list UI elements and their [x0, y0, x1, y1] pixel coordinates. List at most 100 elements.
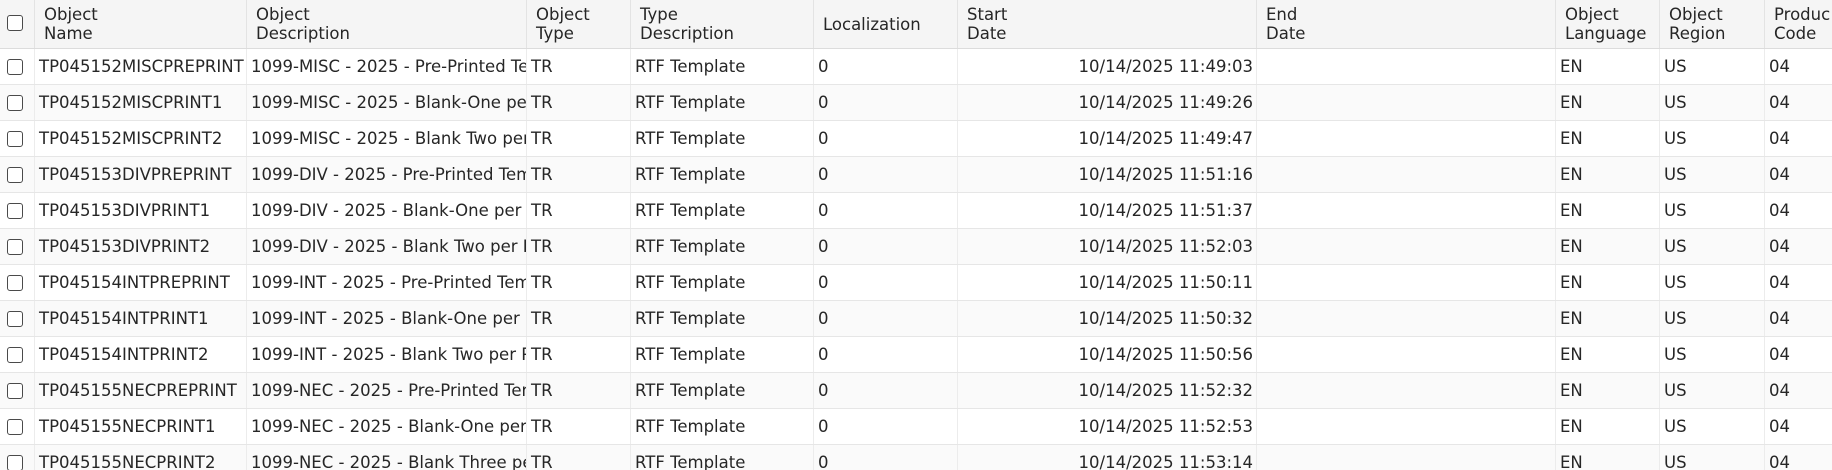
cell-object-region: US [1660, 157, 1765, 192]
cell-start-date: 10/14/2025 11:49:47 [958, 121, 1257, 156]
row-checkbox[interactable] [7, 383, 23, 399]
cell-type-description: RTF Template [631, 193, 814, 228]
column-header-object-name[interactable]: Object Name [35, 0, 247, 48]
row-checkbox[interactable] [7, 275, 23, 291]
row-checkbox[interactable] [7, 59, 23, 75]
row-select-cell [0, 121, 35, 156]
row-select-cell [0, 229, 35, 264]
column-header-localization[interactable]: Localization [814, 0, 958, 48]
cell-start-date: 10/14/2025 11:53:14 [958, 445, 1257, 470]
row-checkbox[interactable] [7, 131, 23, 147]
table-row[interactable]: TP045154INTPRINT1 1099-INT - 2025 - Blank… [0, 301, 1832, 337]
cell-localization: 0 [814, 265, 958, 300]
column-header-label: Object Name [44, 5, 98, 43]
cell-object-language: EN [1556, 49, 1660, 84]
cell-object-type: TR [527, 373, 631, 408]
row-checkbox[interactable] [7, 419, 23, 435]
row-checkbox[interactable] [7, 203, 23, 219]
cell-object-language: EN [1556, 121, 1660, 156]
cell-start-date: 10/14/2025 11:50:56 [958, 337, 1257, 372]
cell-object-region: US [1660, 49, 1765, 84]
cell-localization: 0 [814, 121, 958, 156]
cell-object-name: TP045155NECPRINT2 [35, 445, 247, 470]
row-select-cell [0, 85, 35, 120]
cell-start-date: 10/14/2025 11:51:16 [958, 157, 1257, 192]
column-header-label: Object Type [536, 5, 590, 43]
cell-object-description: 1099-INT - 2025 - Pre-Printed Tem... [247, 265, 527, 300]
cell-object-type: TR [527, 193, 631, 228]
row-select-cell [0, 49, 35, 84]
cell-product-code: 04 [1769, 417, 1790, 436]
table-row[interactable]: TP045152MISCPREPRINT 1099-MISC - 2025 - P… [0, 49, 1832, 85]
column-header-object-region[interactable]: Object Region [1660, 0, 1765, 48]
cell-object-region: US [1660, 265, 1765, 300]
cell-product-code: 04 [1769, 129, 1790, 148]
cell-start-date: 10/14/2025 11:51:37 [958, 193, 1257, 228]
cell-end-date [1257, 337, 1556, 372]
cell-localization: 0 [814, 49, 958, 84]
cell-type-description: RTF Template [631, 445, 814, 470]
cell-object-language: EN [1556, 157, 1660, 192]
row-checkbox[interactable] [7, 311, 23, 327]
cell-product-code: 04 [1769, 57, 1790, 76]
row-checkbox[interactable] [7, 239, 23, 255]
cell-object-type: TR [527, 49, 631, 84]
column-header-type-description[interactable]: Type Description [631, 0, 814, 48]
row-select-cell [0, 265, 35, 300]
cell-object-description: 1099-NEC - 2025 - Pre-Printed Tem... [247, 373, 527, 408]
column-header-object-type[interactable]: Object Type [527, 0, 631, 48]
cell-object-type: TR [527, 337, 631, 372]
row-select-cell [0, 157, 35, 192]
cell-object-description: 1099-DIV - 2025 - Blank-One per P... [247, 193, 527, 228]
cell-object-name: TP045154INTPRINT1 [35, 301, 247, 336]
column-header-object-description[interactable]: Object Description [247, 0, 527, 48]
column-header-start-date[interactable]: Start Date [958, 0, 1257, 48]
cell-end-date [1257, 445, 1556, 470]
table-row[interactable]: TP045155NECPRINT1 1099-NEC - 2025 - Blank… [0, 409, 1832, 445]
table-row[interactable]: TP045152MISCPRINT1 1099-MISC - 2025 - Bla… [0, 85, 1832, 121]
cell-localization: 0 [814, 445, 958, 470]
table-row[interactable]: TP045154INTPRINT2 1099-INT - 2025 - Blank… [0, 337, 1832, 373]
cell-start-date: 10/14/2025 11:50:32 [958, 301, 1257, 336]
cell-object-language: EN [1556, 409, 1660, 444]
cell-object-language: EN [1556, 337, 1660, 372]
column-header-label: Localization [823, 14, 921, 34]
cell-type-description: RTF Template [631, 157, 814, 192]
cell-object-description: 1099-NEC - 2025 - Blank Three per... [247, 445, 527, 470]
cell-localization: 0 [814, 193, 958, 228]
cell-product-code: 04 [1769, 273, 1790, 292]
column-header-product-code[interactable]: Produc Code [1765, 0, 1832, 48]
table-row[interactable]: TP045152MISCPRINT2 1099-MISC - 2025 - Bla… [0, 121, 1832, 157]
table-row[interactable]: TP045155NECPREPRINT 1099-NEC - 2025 - Pre… [0, 373, 1832, 409]
cell-object-region: US [1660, 409, 1765, 444]
column-header-end-date[interactable]: End Date [1257, 0, 1556, 48]
cell-object-name: TP045154INTPREPRINT [35, 265, 247, 300]
row-select-cell [0, 193, 35, 228]
row-select-cell [0, 409, 35, 444]
table-row[interactable]: TP045153DIVPRINT2 1099-DIV - 2025 - Blank… [0, 229, 1832, 265]
row-select-cell [0, 373, 35, 408]
select-all-checkbox[interactable] [7, 15, 23, 31]
cell-object-language: EN [1556, 301, 1660, 336]
column-header-label: Produc Code [1774, 5, 1831, 43]
cell-localization: 0 [814, 157, 958, 192]
cell-end-date [1257, 157, 1556, 192]
table-row[interactable]: TP045153DIVPRINT1 1099-DIV - 2025 - Blank… [0, 193, 1832, 229]
row-checkbox[interactable] [7, 347, 23, 363]
cell-object-language: EN [1556, 193, 1660, 228]
cell-type-description: RTF Template [631, 49, 814, 84]
cell-object-name: TP045152MISCPRINT1 [35, 85, 247, 120]
row-select-cell [0, 301, 35, 336]
table-row[interactable]: TP045153DIVPREPRINT 1099-DIV - 2025 - Pre… [0, 157, 1832, 193]
row-checkbox[interactable] [7, 95, 23, 111]
column-header-label: Type Description [640, 5, 734, 43]
column-header-label: Object Description [256, 5, 350, 43]
row-checkbox[interactable] [7, 167, 23, 183]
cell-end-date [1257, 85, 1556, 120]
cell-object-language: EN [1556, 229, 1660, 264]
table-row[interactable]: TP045154INTPREPRINT 1099-INT - 2025 - Pre… [0, 265, 1832, 301]
table-row[interactable]: TP045155NECPRINT2 1099-NEC - 2025 - Blank… [0, 445, 1832, 470]
row-checkbox[interactable] [7, 455, 23, 470]
column-header-object-language[interactable]: Object Language [1556, 0, 1660, 48]
cell-object-name: TP045153DIVPREPRINT [35, 157, 247, 192]
